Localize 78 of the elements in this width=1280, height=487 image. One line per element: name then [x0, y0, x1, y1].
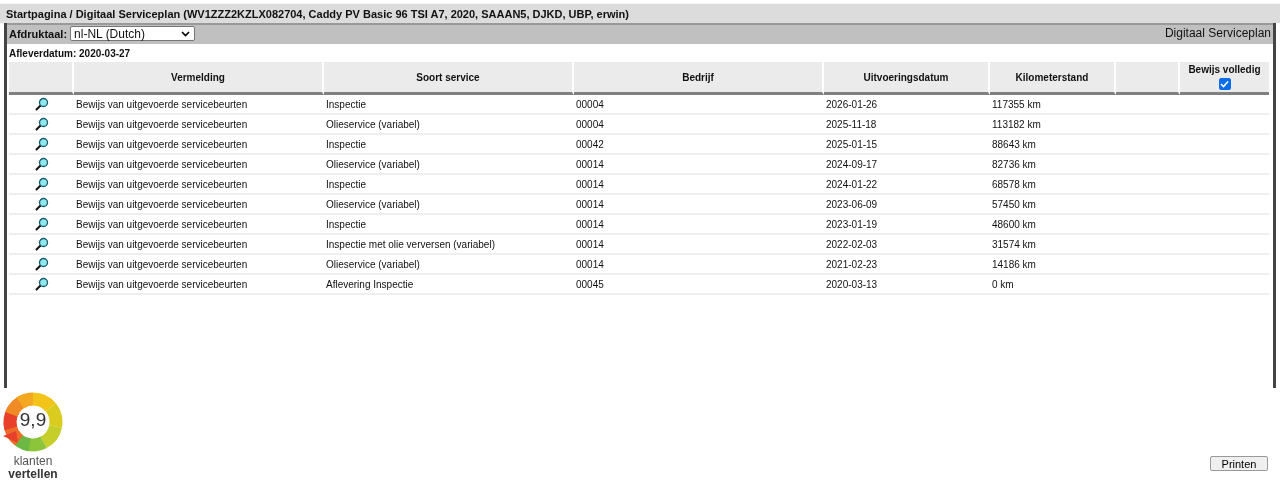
magnifier-icon[interactable]: [34, 257, 49, 271]
table-cell: 2022-02-03: [824, 235, 990, 255]
table-cell: 00014: [574, 155, 824, 175]
table-cell: Bewijs van uitgevoerde servicebeurten: [74, 215, 324, 235]
language-label: Afdruktaal:: [9, 27, 68, 40]
breadcrumb: Startpagina / Digitaal Serviceplan (WV1ZZZ2KZLX082704, Caddy PV Basic 96 TSI A7, 2020, SAAAN5, DJKD, UBP, erwin): [6, 7, 629, 20]
table-cell: Olieservice (variabel): [324, 195, 574, 215]
magnifier-icon[interactable]: [34, 137, 49, 151]
table-cell: Inspectie: [324, 95, 574, 115]
table-cell: Bewijs van uitgevoerde servicebeurten: [74, 95, 324, 115]
table-cell: 2024-09-17: [824, 155, 990, 175]
table-cell: 00045: [574, 275, 824, 295]
table-cell: 14186 km: [990, 255, 1116, 275]
rating-score: 9,9: [18, 409, 48, 431]
table-cell: 2023-01-19: [824, 215, 990, 235]
column-header: Soort service: [324, 62, 574, 95]
magnifier-icon[interactable]: [34, 117, 49, 131]
table-cell: Bewijs van uitgevoerde servicebeurten: [74, 255, 324, 275]
magnifier-icon[interactable]: [34, 237, 49, 251]
table-cell: Inspectie: [324, 135, 574, 155]
table-cell: 117355 km: [990, 95, 1116, 115]
table-cell: Bewijs van uitgevoerde servicebeurten: [74, 115, 324, 135]
table-cell: Inspectie: [324, 215, 574, 235]
table-cell: Bewijs van uitgevoerde servicebeurten: [74, 195, 324, 215]
magnifier-icon[interactable]: [34, 217, 49, 231]
table-cell: Bewijs van uitgevoerde servicebeurten: [74, 175, 324, 195]
column-header: Vermelding: [74, 62, 324, 95]
table-cell: 2024-01-22: [824, 175, 990, 195]
table-cell: Olieservice (variabel): [324, 155, 574, 175]
table-cell: Bewijs van uitgevoerde servicebeurten: [74, 235, 324, 255]
table-cell: 00042: [574, 135, 824, 155]
delivery-date: Afleverdatum: 2020-03-27: [8, 47, 132, 61]
table-cell: 2020-03-13: [824, 275, 990, 295]
table-cell: Aflevering Inspectie: [324, 275, 574, 295]
magnifier-icon[interactable]: [34, 197, 49, 211]
table-cell: 00014: [574, 235, 824, 255]
table-cell: 68578 km: [990, 175, 1116, 195]
table-cell: 2021-02-23: [824, 255, 990, 275]
table-cell: Bewijs van uitgevoerde servicebeurten: [74, 155, 324, 175]
table-cell: 2025-11-18: [824, 115, 990, 135]
table-cell: 00004: [574, 115, 824, 135]
table-cell: 00004: [574, 95, 824, 115]
checkbox[interactable]: [1218, 78, 1231, 90]
table-cell: 00014: [574, 195, 824, 215]
table-cell: Bewijs van uitgevoerde servicebeurten: [74, 135, 324, 155]
table-cell: Olieservice (variabel): [324, 255, 574, 275]
column-header: Bewijs volledig: [1188, 64, 1261, 75]
table-cell: 00014: [574, 175, 824, 195]
table-cell: 82736 km: [990, 155, 1116, 175]
badge-text: klanten: [13, 455, 53, 468]
table-cell: 00014: [574, 215, 824, 235]
caret-icon: [181, 30, 191, 37]
header-cell: [9, 62, 74, 95]
column-header: Uitvoeringsdatum: [824, 62, 990, 95]
table-cell: 113182 km: [990, 115, 1116, 135]
table-cell: 88643 km: [990, 135, 1116, 155]
table-cell: 2026-01-26: [824, 95, 990, 115]
table-cell: 00014: [574, 255, 824, 275]
page-title: Digitaal Serviceplan: [1164, 26, 1272, 40]
magnifier-icon[interactable]: [34, 97, 49, 111]
table-cell: 0 km: [990, 275, 1116, 295]
table-cell: Inspectie met olie verversen (variabel): [324, 235, 574, 255]
table-cell: Bewijs van uitgevoerde servicebeurten: [74, 275, 324, 295]
magnifier-icon[interactable]: [34, 277, 49, 291]
table-cell: 57450 km: [990, 195, 1116, 215]
column-header: Bedrijf: [574, 62, 824, 95]
table-cell: Inspectie: [324, 175, 574, 195]
table-cell: 2023-06-09: [824, 195, 990, 215]
magnifier-icon[interactable]: [34, 177, 49, 191]
magnifier-icon[interactable]: [34, 157, 49, 171]
column-header: Kilometerstand: [990, 62, 1116, 95]
table-cell: Olieservice (variabel): [324, 115, 574, 135]
badge-text: vertellen: [8, 468, 58, 481]
language-select[interactable]: nl-NL (Dutch): [70, 26, 196, 41]
table-cell: 48600 km: [990, 215, 1116, 235]
table-cell: 31574 km: [990, 235, 1116, 255]
print-button[interactable]: Printen: [1210, 456, 1268, 471]
table-cell: 2025-01-15: [824, 135, 990, 155]
